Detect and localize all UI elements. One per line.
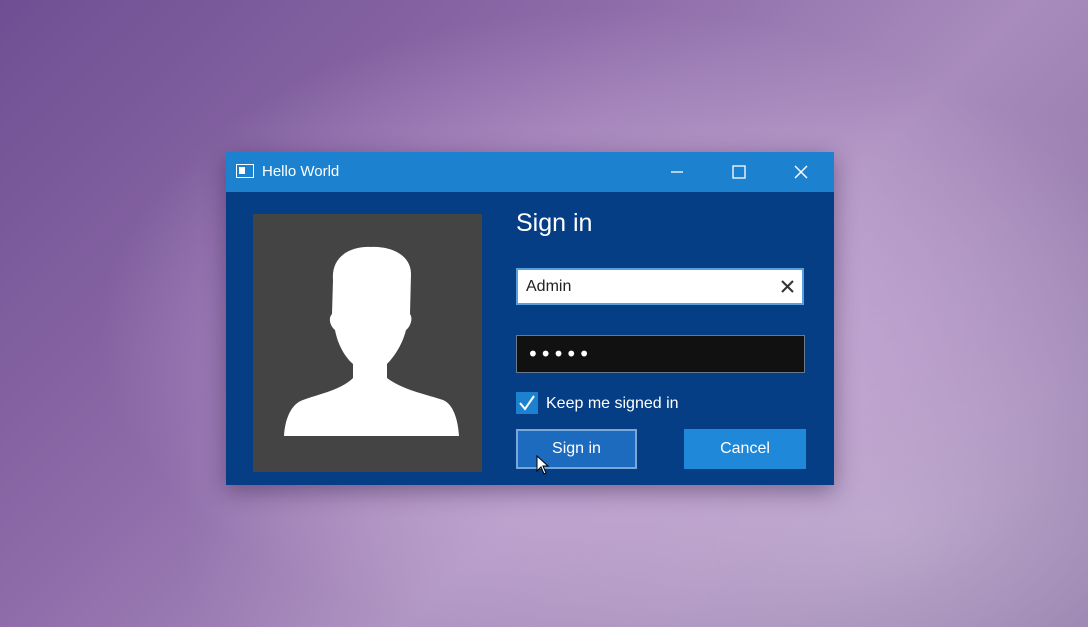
keep-signed-in-label[interactable]: Keep me signed in [546, 394, 679, 414]
username-field[interactable] [516, 268, 804, 305]
close-icon [794, 165, 808, 179]
minimize-button[interactable] [654, 152, 700, 192]
maximize-icon [732, 165, 746, 179]
checkmark-icon [519, 395, 535, 411]
clear-x-icon [781, 280, 794, 293]
app-window-icon [236, 164, 254, 178]
title-bar[interactable]: Hello World [226, 152, 834, 192]
clear-username-button[interactable] [779, 278, 796, 295]
window-title: Hello World [262, 163, 340, 180]
password-input[interactable] [527, 336, 787, 372]
maximize-button[interactable] [716, 152, 762, 192]
login-window: Hello World Sign in Admin ••••• Keep me … [226, 152, 834, 485]
mouse-cursor-icon [536, 455, 550, 475]
sign-in-heading: Sign in [516, 209, 593, 237]
username-input[interactable] [526, 270, 766, 303]
user-avatar [253, 214, 482, 472]
password-field[interactable] [516, 335, 805, 373]
close-button[interactable] [778, 152, 824, 192]
sign-in-button[interactable]: Sign in [516, 429, 637, 469]
cancel-button[interactable]: Cancel [684, 429, 806, 469]
user-silhouette-icon [284, 246, 459, 436]
keep-signed-in-checkbox[interactable] [516, 392, 538, 414]
minimize-icon [671, 171, 683, 173]
